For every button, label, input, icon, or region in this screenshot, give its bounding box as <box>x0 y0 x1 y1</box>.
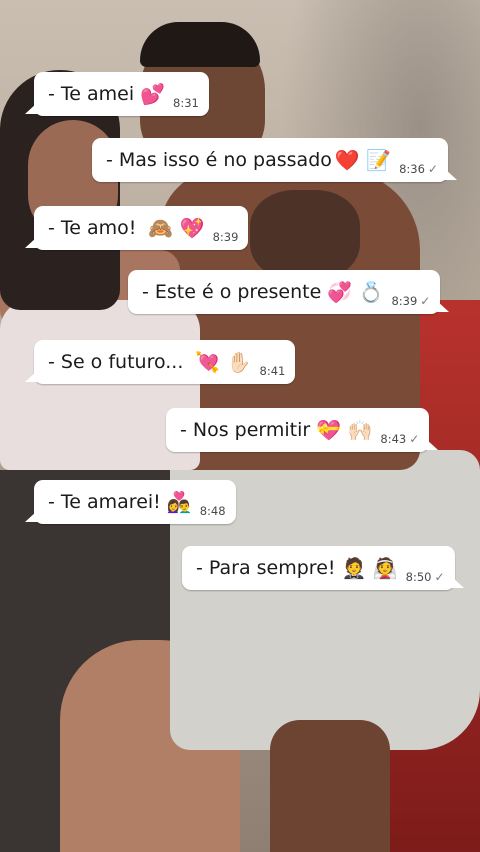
message-meta: 8:36 ✓ <box>399 162 438 176</box>
photo-tattoo <box>250 190 360 280</box>
message-emoji: 🙈 💖 <box>148 216 205 240</box>
sent-check-icon: ✓ <box>409 432 420 446</box>
message-bubble-outgoing[interactable]: - Este é o presente 💞 💍 8:39 ✓ <box>128 270 450 314</box>
message-text: - Para sempre! <box>196 557 336 579</box>
sent-check-icon: ✓ <box>434 570 445 584</box>
message-bubble-incoming[interactable]: - Se o futuro... 💘 ✋🏻 8:41 <box>24 340 296 384</box>
photo-man-legs <box>270 720 390 852</box>
message-time: 8:36 <box>399 162 425 176</box>
message-emoji: 🤵 👰 <box>341 556 398 580</box>
sent-check-icon: ✓ <box>427 162 438 176</box>
message-text: - Se o futuro... <box>48 351 184 373</box>
message-time: 8:39 <box>391 294 418 308</box>
message-meta: 8:39 ✓ <box>391 294 430 308</box>
photo-man-hair <box>140 22 260 67</box>
message-meta: 8:31 <box>173 96 199 110</box>
message-meta: 8:43 ✓ <box>380 432 419 446</box>
sent-check-icon: ✓ <box>420 294 431 308</box>
message-meta: 8:50 ✓ <box>406 570 445 584</box>
message-bubble-outgoing[interactable]: - Mas isso é no passado ❤️ 📝 8:36 ✓ <box>92 138 457 182</box>
message-time: 8:43 <box>380 432 407 446</box>
message-time: 8:31 <box>173 96 199 110</box>
message-emoji: ❤️ 📝 <box>334 148 392 172</box>
message-emoji: 💘 ✋🏻 <box>195 350 252 374</box>
message-meta: 8:41 <box>260 364 286 378</box>
message-text: - Te amei <box>48 83 135 105</box>
message-bubble-outgoing[interactable]: - Para sempre! 🤵 👰 8:50 ✓ <box>182 546 464 590</box>
message-text: - Este é o presente <box>142 281 322 303</box>
message-bubble-incoming[interactable]: - Te amei 💕 8:31 <box>25 72 209 116</box>
message-bubble-incoming[interactable]: - Te amo! 🙈 💖 8:39 <box>24 206 249 250</box>
message-time: 8:39 <box>212 230 239 244</box>
message-time: 8:50 <box>405 570 432 584</box>
message-text: - Mas isso é no passado <box>106 149 332 171</box>
message-emoji: 💞 💍 <box>327 280 384 304</box>
message-text: - Nos permitir <box>180 419 311 441</box>
message-time: 8:48 <box>199 504 226 518</box>
message-text: - Te amarei! <box>48 491 161 513</box>
message-text: - Te amo! <box>48 217 137 239</box>
message-emoji: 💕 <box>140 82 166 106</box>
message-bubble-outgoing[interactable]: - Nos permitir 💝 🙌🏻 8:43 ✓ <box>166 408 439 452</box>
message-meta: 8:39 <box>213 230 239 244</box>
message-bubble-incoming[interactable]: - Te amarei! 👩‍❤️‍👨 8:48 <box>25 480 236 524</box>
message-time: 8:41 <box>259 364 286 378</box>
message-emoji: 💝 🙌🏻 <box>316 418 373 442</box>
message-emoji: 👩‍❤️‍👨 <box>166 490 192 514</box>
message-meta: 8:48 <box>200 504 226 518</box>
